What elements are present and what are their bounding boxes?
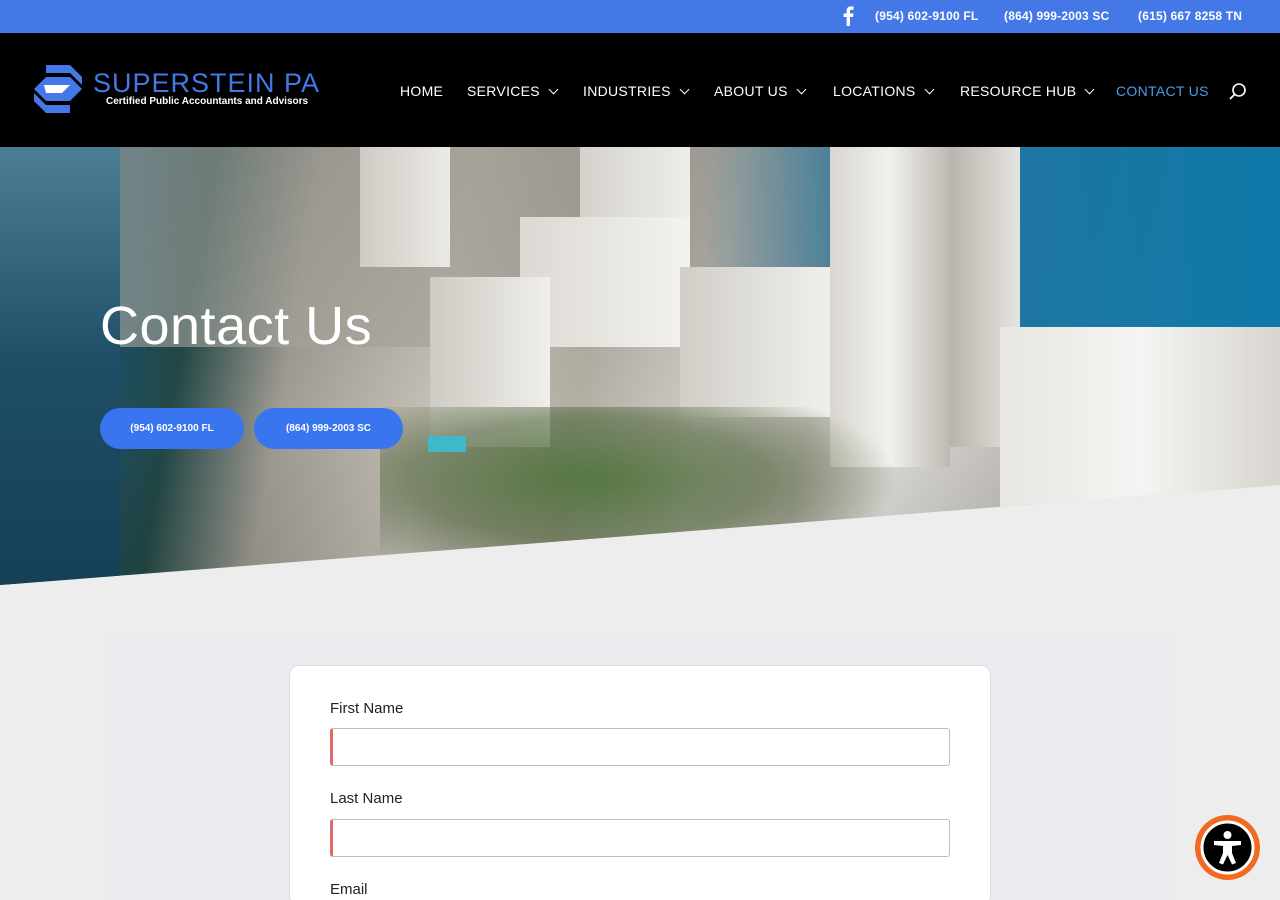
chevron-down-icon [679, 84, 690, 94]
hero-pool [428, 436, 466, 452]
nav-industries[interactable]: INDUSTRIES [583, 83, 690, 99]
nav-contact-us-label: CONTACT US [1116, 83, 1209, 99]
nav-contact-us[interactable]: CONTACT US [1116, 83, 1209, 99]
chevron-down-icon [1084, 84, 1095, 94]
logo-mark-icon [34, 65, 82, 113]
facebook-icon[interactable] [842, 6, 854, 26]
page-title: Contact Us [100, 296, 373, 356]
accessibility-icon [1200, 820, 1255, 875]
hero-building [1000, 327, 1280, 507]
chevron-down-icon [924, 84, 935, 94]
top-bar: (954) 602-9100 FL (864) 999-2003 SC (615… [0, 0, 1280, 33]
accessibility-button[interactable] [1195, 815, 1260, 880]
nav-services-label: SERVICES [467, 83, 540, 99]
chevron-down-icon [796, 84, 807, 94]
nav-home[interactable]: HOME [400, 83, 443, 99]
hero-trees [380, 407, 900, 585]
hero-banner [0, 147, 1280, 585]
search-icon[interactable] [1228, 82, 1248, 102]
first-name-label: First Name [330, 700, 404, 717]
topbar-phone-tn[interactable]: (615) 667 8258 TN [1138, 9, 1242, 23]
logo-title: SUPERSTEIN PA [93, 68, 321, 98]
topbar-phone-fl[interactable]: (954) 602-9100 FL [875, 9, 978, 23]
nav-locations-label: LOCATIONS [833, 83, 916, 99]
nav-resource-hub-label: RESOURCE HUB [960, 83, 1077, 99]
nav-services[interactable]: SERVICES [467, 83, 559, 99]
last-name-input[interactable] [330, 819, 950, 857]
nav-home-label: HOME [400, 83, 444, 99]
hero-waterway [0, 147, 120, 585]
first-name-input[interactable] [330, 728, 950, 766]
hero-building [680, 267, 830, 417]
topbar-phone-sc[interactable]: (864) 999-2003 SC [1004, 9, 1109, 23]
nav-industries-label: INDUSTRIES [583, 83, 671, 99]
hero-building [580, 147, 690, 227]
site-header: SUPERSTEIN PA Certified Public Accountan… [0, 33, 1280, 147]
logo[interactable]: SUPERSTEIN PA Certified Public Accountan… [32, 63, 322, 119]
logo-tagline: Certified Public Accountants and Advisor… [106, 96, 309, 107]
nav-about-us[interactable]: ABOUT US [714, 83, 807, 99]
hero-phone-fl-button[interactable]: (954) 602-9100 FL [100, 408, 244, 449]
last-name-label: Last Name [330, 790, 403, 807]
nav-about-us-label: ABOUT US [714, 83, 788, 99]
hero-phone-sc-button[interactable]: (864) 999-2003 SC [254, 408, 403, 449]
nav-locations[interactable]: LOCATIONS [833, 83, 935, 99]
chevron-down-icon [548, 84, 559, 94]
nav-resource-hub[interactable]: RESOURCE HUB [960, 83, 1095, 99]
hero-building [360, 147, 450, 267]
email-label: Email [330, 881, 368, 898]
